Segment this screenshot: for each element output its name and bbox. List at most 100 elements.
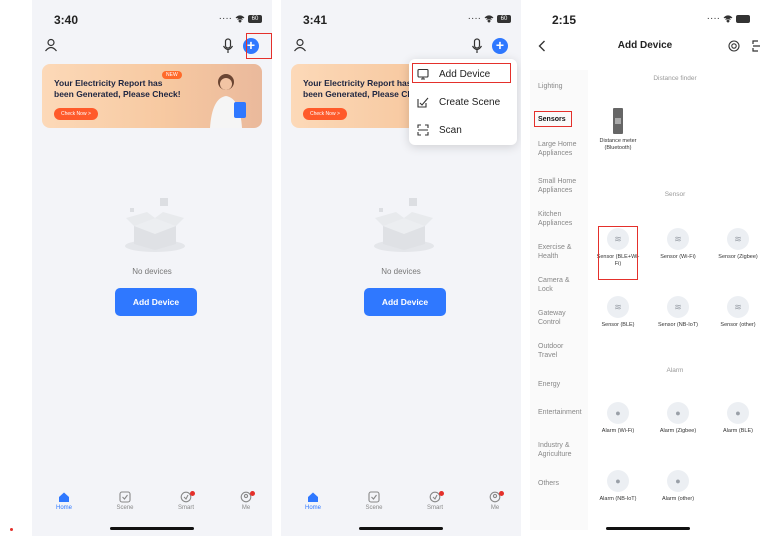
category-large-home-appliances[interactable]: Large Home Appliances: [538, 140, 584, 158]
smart-badge: [190, 491, 195, 496]
section-alarm: Alarm: [666, 367, 684, 374]
status-icons: ····: [707, 13, 750, 24]
distance-meter-icon: [613, 108, 623, 134]
sensor-icon: ≋: [667, 228, 689, 250]
tab-scene[interactable]: Scene: [352, 491, 396, 511]
category-others[interactable]: Others: [538, 479, 584, 488]
sensor-icon: ≋: [727, 296, 749, 318]
tab-me-label: Me: [241, 505, 251, 511]
user-icon[interactable]: [293, 38, 307, 52]
highlight-plus: [246, 33, 272, 59]
category-exercise-health[interactable]: Exercise & Health: [538, 243, 584, 261]
tab-bar: Home Scene Smart Me: [281, 485, 521, 525]
target-icon[interactable]: [728, 40, 740, 52]
home-indicator: [110, 527, 194, 530]
tab-smart[interactable]: Smart: [413, 491, 457, 511]
device-alarm-ble[interactable]: ● Alarm (BLE): [714, 402, 760, 435]
category-energy[interactable]: Energy: [538, 380, 584, 389]
empty-box-illustration: [374, 198, 434, 252]
section-sensor: Sensor: [664, 191, 686, 198]
device-alarm-nb-iot[interactable]: ● Alarm (NB-IoT): [594, 470, 642, 503]
tab-scene-label: Scene: [365, 505, 383, 511]
tab-smart-label: Smart: [177, 505, 194, 511]
tab-me[interactable]: Me: [473, 491, 517, 511]
category-list: Lighting Sensors Large Home Appliances S…: [530, 70, 588, 530]
plus-icon[interactable]: +: [492, 38, 508, 54]
signal-icon: ····: [467, 13, 481, 24]
device-sensor-zigbee[interactable]: ≋ Sensor (Zigbee): [714, 228, 760, 261]
signal-icon: ····: [706, 13, 720, 24]
check-now-button[interactable]: Check Now >: [54, 108, 98, 120]
tab-home-label: Home: [55, 505, 72, 511]
me-badge: [499, 491, 504, 496]
wifi-icon: [484, 14, 494, 23]
tab-home[interactable]: Home: [291, 491, 335, 511]
home-indicator: [359, 527, 443, 530]
create-scene-icon: [417, 97, 429, 108]
device-label: Sensor (other): [720, 322, 756, 328]
tab-me[interactable]: Me: [224, 491, 268, 511]
menu-scan-label: Scan: [439, 124, 462, 136]
me-badge: [250, 491, 255, 496]
mic-icon[interactable]: [222, 38, 234, 54]
menu-create-scene[interactable]: Create Scene: [417, 93, 500, 111]
alarm-icon: ●: [667, 402, 689, 424]
category-industry-agriculture[interactable]: Industry & Agriculture: [538, 441, 584, 459]
category-outdoor-travel[interactable]: Outdoor Travel: [538, 342, 584, 360]
device-alarm-wifi[interactable]: ● Alarm (Wi-Fi): [594, 402, 642, 435]
add-device-button[interactable]: Add Device: [115, 288, 197, 316]
sensor-icon: ≋: [667, 296, 689, 318]
device-alarm-zigbee[interactable]: ● Alarm (Zigbee): [654, 402, 702, 435]
device-sensor-other[interactable]: ≋ Sensor (other): [714, 296, 760, 329]
category-small-home-appliances[interactable]: Small Home Appliances: [538, 177, 584, 195]
category-gateway-control[interactable]: Gateway Control: [538, 309, 584, 327]
add-device-button[interactable]: Add Device: [364, 288, 446, 316]
scan-icon[interactable]: [752, 40, 760, 52]
scan-icon: [417, 124, 429, 136]
tab-scene[interactable]: Scene: [103, 491, 147, 511]
empty-box-illustration: [125, 198, 185, 252]
device-distance-meter[interactable]: Distance meter (Bluetooth): [594, 108, 642, 152]
home-indicator: [606, 527, 690, 530]
sensor-icon: ≋: [607, 296, 629, 318]
check-now-button[interactable]: Check Now >: [303, 108, 347, 120]
alarm-icon: ●: [607, 402, 629, 424]
menu-scan[interactable]: Scan: [417, 121, 462, 139]
device-label: Sensor (Wi-Fi): [660, 254, 696, 260]
tab-smart[interactable]: Smart: [164, 491, 208, 511]
device-label: Distance meter (Bluetooth): [599, 138, 637, 151]
red-dot-marker: [10, 528, 13, 531]
tab-bar: Home Scene Smart Me: [32, 485, 272, 525]
highlight-add-device: [412, 63, 511, 83]
category-lighting[interactable]: Lighting: [538, 82, 584, 91]
home-screen-1: 3:40 ···· 60 + Your Electricity Report h…: [32, 0, 272, 536]
section-distance-finder: Distance finder: [653, 75, 697, 82]
device-label: Sensor (Zigbee): [718, 254, 758, 260]
device-sensor-nb-iot[interactable]: ≋ Sensor (NB-IoT): [654, 296, 702, 329]
mic-icon[interactable]: [471, 38, 483, 54]
electricity-banner[interactable]: Your Electricity Report has been Generat…: [42, 64, 262, 128]
wifi-icon: [235, 14, 245, 23]
highlight-sensor-ble-wifi: [598, 226, 638, 280]
page-title: Add Device: [617, 40, 673, 51]
alarm-icon: ●: [727, 402, 749, 424]
category-entertainment[interactable]: Entertainment: [538, 408, 584, 417]
tab-me-label: Me: [490, 505, 500, 511]
category-camera-lock[interactable]: Camera & Lock: [538, 276, 584, 294]
category-kitchen-appliances[interactable]: Kitchen Appliances: [538, 210, 584, 228]
device-alarm-other[interactable]: ● Alarm (other): [654, 470, 702, 503]
tab-home[interactable]: Home: [42, 491, 86, 511]
status-icons: ···· 60: [468, 13, 511, 24]
device-sensor-ble[interactable]: ≋ Sensor (BLE): [594, 296, 642, 329]
user-icon[interactable]: [44, 38, 58, 52]
device-sensor-wifi[interactable]: ≋ Sensor (Wi-Fi): [654, 228, 702, 261]
tab-smart-label: Smart: [426, 505, 443, 511]
home-icon: [59, 492, 69, 502]
wifi-icon: [723, 14, 733, 23]
top-bar: +: [293, 38, 511, 56]
status-time: 2:15: [552, 13, 577, 27]
menu-create-scene-label: Create Scene: [439, 96, 501, 108]
tab-scene-label: Scene: [116, 505, 134, 511]
smart-badge: [439, 491, 444, 496]
no-devices-text: No devices: [132, 267, 172, 276]
